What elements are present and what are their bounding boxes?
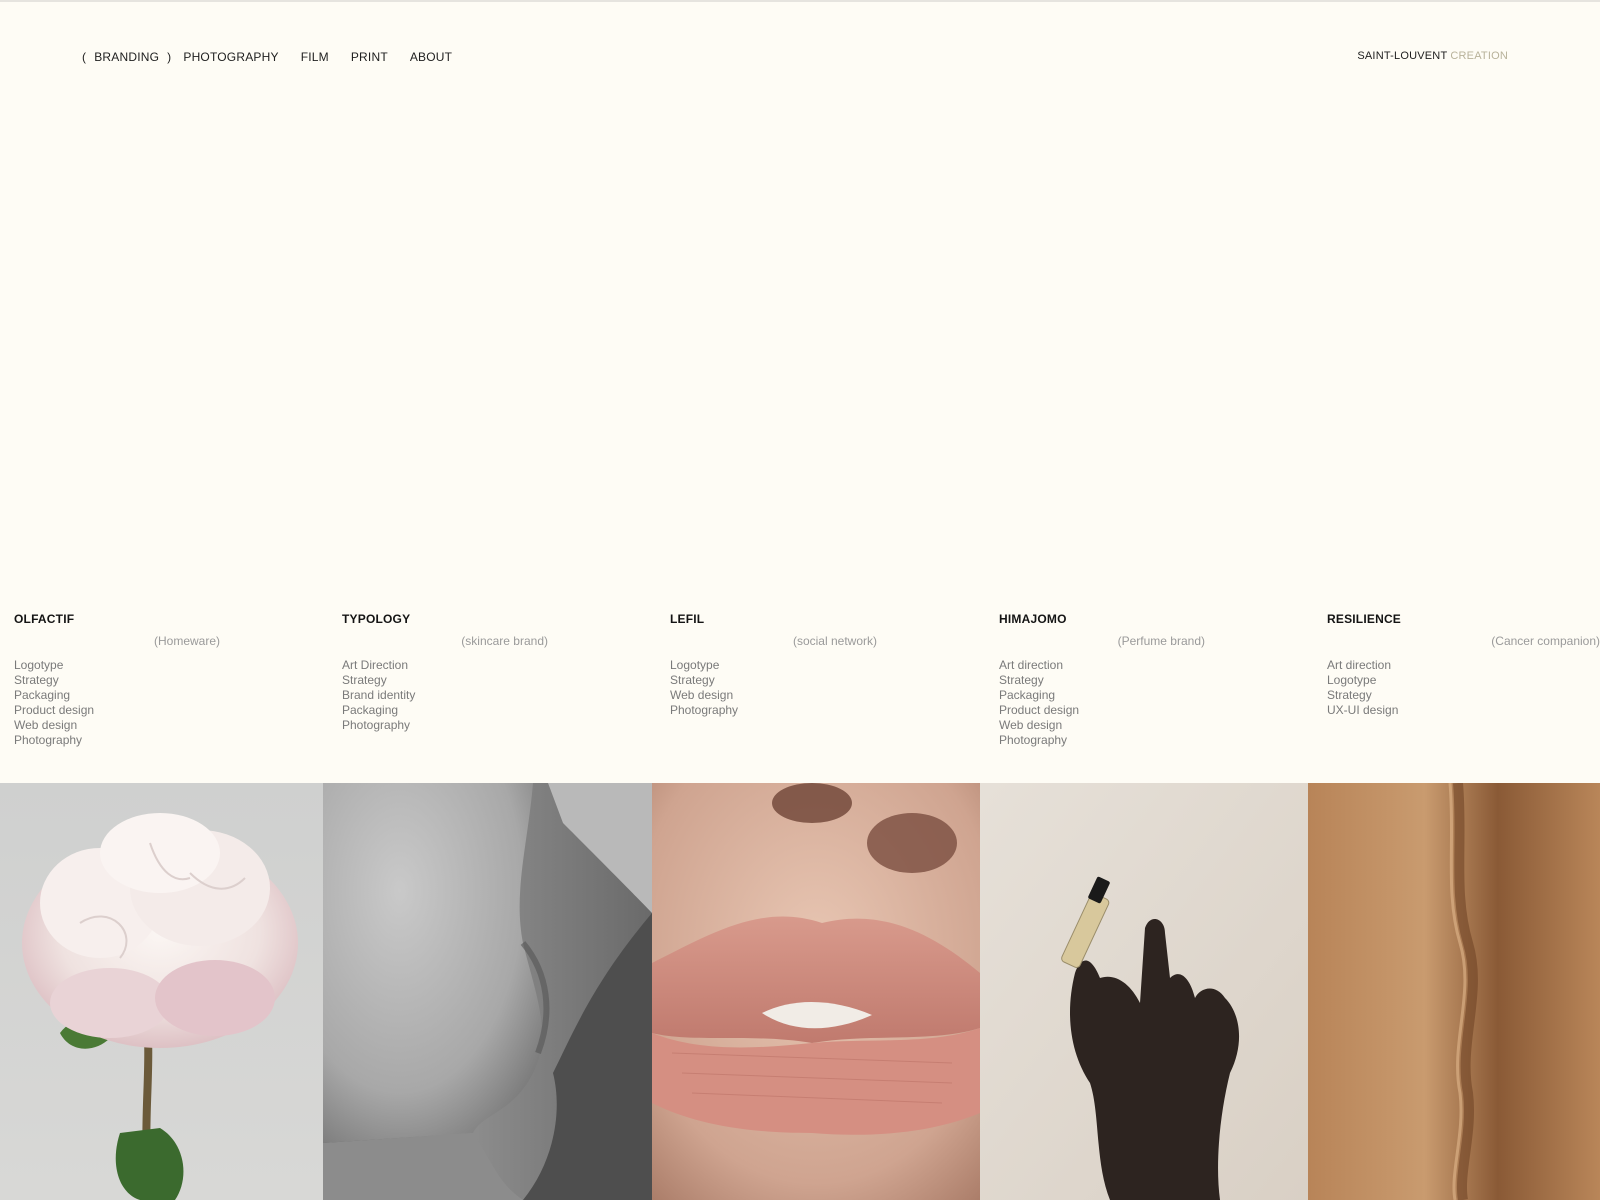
project-services: Logotype Strategy Packaging Product desi…: [14, 658, 298, 748]
service-item: Art direction: [999, 658, 1064, 672]
project-lefil[interactable]: LEFIL (social network) Logotype Strategy…: [656, 612, 985, 782]
service-item: Strategy: [1327, 688, 1372, 702]
black-and-white-skin-image: [323, 783, 652, 1200]
lips-closeup-image: [652, 783, 980, 1200]
project-services: Logotype Strategy Web design Photography: [670, 658, 955, 718]
nav-item-label: PHOTOGRAPHY: [183, 50, 279, 64]
nav-item-photography[interactable]: PHOTOGRAPHY: [183, 50, 278, 64]
nav-item-branding[interactable]: ( BRANDING ): [82, 50, 171, 64]
peony-flower-image: [0, 783, 323, 1200]
brand-logo-link[interactable]: SAINT-LOUVENT CREATION: [1357, 50, 1508, 62]
main-nav: ( BRANDING ) PHOTOGRAPHY FILM PRINT ABOU…: [82, 50, 452, 64]
project-image-gallery: [0, 783, 1600, 1200]
nav-item-label: FILM: [300, 50, 329, 64]
service-item: Web design: [14, 718, 78, 732]
service-item: UX-UI design: [1327, 703, 1399, 717]
service-item: Photography: [999, 733, 1068, 747]
nav-item-label: ABOUT: [409, 50, 453, 64]
project-typology[interactable]: TYPOLOGY (skincare brand) Art Direction …: [328, 612, 656, 782]
service-item: Art Direction: [342, 658, 409, 672]
nav-item-about[interactable]: ABOUT: [410, 50, 452, 64]
service-item: Packaging: [342, 703, 399, 717]
service-item: Product design: [14, 703, 95, 717]
project-image-himajomo[interactable]: [980, 783, 1308, 1200]
project-image-resilience[interactable]: [1308, 783, 1600, 1200]
service-item: Logotype: [14, 658, 64, 672]
project-services: Art direction Logotype Strategy UX-UI de…: [1327, 658, 1570, 718]
project-resilience[interactable]: RESILIENCE (Cancer companion) Art direct…: [1313, 612, 1600, 782]
service-item: Brand identity: [342, 688, 416, 702]
service-item: Logotype: [1327, 673, 1377, 687]
project-category: (social network): [792, 634, 877, 648]
service-item: Photography: [670, 703, 739, 717]
service-item: Logotype: [670, 658, 720, 672]
active-paren-open: (: [82, 50, 87, 64]
brand-name: SAINT-LOUVENT: [1357, 50, 1448, 62]
hand-holding-perfume-vial-image: [980, 783, 1308, 1200]
brand-suffix: CREATION: [1450, 50, 1508, 62]
nav-item-label: BRANDING: [94, 50, 160, 64]
project-olfactif[interactable]: OLFACTIF (Homeware) Logotype Strategy Pa…: [0, 612, 328, 782]
project-himajomo[interactable]: HIMAJOMO (Perfume brand) Art direction S…: [985, 612, 1313, 782]
project-image-typology[interactable]: [323, 783, 652, 1200]
project-name: OLFACTIF: [14, 612, 75, 626]
service-item: Strategy: [999, 673, 1044, 687]
service-item: Strategy: [670, 673, 715, 687]
service-item: Art direction: [1327, 658, 1392, 672]
skin-scar-closeup-image: [1308, 783, 1600, 1200]
project-services: Art Direction Strategy Brand identity Pa…: [342, 658, 626, 733]
service-item: Photography: [342, 718, 411, 732]
project-category: (Homeware): [153, 634, 220, 648]
service-item: Strategy: [14, 673, 59, 687]
service-item: Strategy: [342, 673, 387, 687]
service-item: Web design: [999, 718, 1063, 732]
projects-info-row: OLFACTIF (Homeware) Logotype Strategy Pa…: [0, 612, 1600, 782]
project-name: TYPOLOGY: [342, 612, 411, 626]
project-category: (skincare brand): [461, 634, 548, 648]
project-name: HIMAJOMO: [999, 612, 1067, 626]
nav-item-label: PRINT: [350, 50, 388, 64]
nav-item-print[interactable]: PRINT: [351, 50, 388, 64]
project-name: RESILIENCE: [1327, 612, 1402, 626]
project-image-lefil[interactable]: [652, 783, 980, 1200]
project-image-olfactif[interactable]: [0, 783, 323, 1200]
project-category: (Cancer companion): [1491, 634, 1600, 648]
project-category: (Perfume brand): [1117, 634, 1205, 648]
service-item: Web design: [670, 688, 734, 702]
service-item: Photography: [14, 733, 83, 747]
service-item: Packaging: [14, 688, 71, 702]
nav-item-film[interactable]: FILM: [301, 50, 329, 64]
project-services: Art direction Strategy Packaging Product…: [999, 658, 1283, 748]
active-paren-close: ): [167, 50, 172, 64]
top-divider: [0, 0, 1600, 2]
service-item: Packaging: [999, 688, 1056, 702]
service-item: Product design: [999, 703, 1080, 717]
project-name: LEFIL: [670, 612, 705, 626]
